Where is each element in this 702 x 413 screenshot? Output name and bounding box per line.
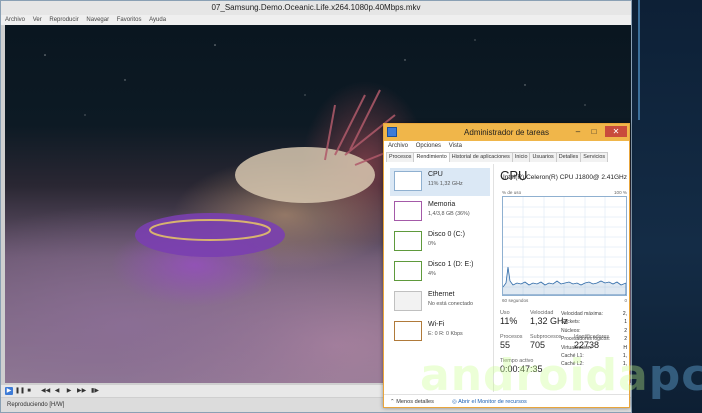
ethernet-thumb — [394, 291, 422, 311]
graph-label-max: 100 % — [613, 190, 627, 195]
next-icon[interactable]: ▶▶ — [77, 387, 86, 395]
tab-inicio[interactable]: Inicio — [511, 152, 531, 162]
player-menu-reproducir[interactable]: Reproducir — [49, 15, 78, 25]
sidebar-item-sub: 4% — [428, 271, 436, 277]
tab-rendimiento[interactable]: Rendimiento — [413, 152, 450, 162]
stat-subprocesos-value: 705 — [530, 340, 546, 350]
sidebar-item-disco1[interactable]: Disco 1 (D: E:) 4% — [390, 258, 490, 286]
player-menu-navegar[interactable]: Navegar — [86, 15, 109, 25]
spec-key: Núcleos: — [561, 327, 581, 334]
spec-value: 2 — [624, 336, 627, 343]
graph-label-time: 60 segundos — [502, 298, 529, 303]
player-titlebar[interactable]: 07_Samsung.Demo.Oceanic.Life.x264.1080p.… — [1, 1, 631, 15]
cpu-model: Intel(R) Celeron(R) CPU J1800@ 2.41GHz — [502, 174, 627, 181]
tab-detalles[interactable]: Detalles — [555, 152, 582, 162]
stat-procesos: Procesos 55 — [500, 334, 522, 350]
sidebar-item-label: Memoria — [428, 201, 456, 208]
player-menubar: Archivo Ver Reproducir Navegar Favoritos… — [1, 15, 631, 25]
tm-menu-vista[interactable]: Vista — [449, 143, 462, 149]
player-menu-ayuda[interactable]: Ayuda — [149, 15, 166, 25]
close-button[interactable]: ✕ — [605, 126, 627, 137]
minimize-button[interactable]: – — [571, 126, 585, 137]
spec-row: Núcleos: 2 — [561, 327, 627, 335]
tab-procesos[interactable]: Procesos — [386, 152, 415, 162]
spec-row: Procesadores lógicos: 2 — [561, 335, 627, 343]
sidebar-item-label: Wi-Fi — [428, 321, 445, 328]
tm-menu-opciones[interactable]: Opciones — [416, 143, 441, 149]
sidebar-item-label: Disco 0 (C:) — [428, 231, 465, 238]
maximize-button[interactable]: □ — [587, 126, 601, 137]
cpu-thumb — [394, 171, 422, 191]
tm-titlebar[interactable]: Administrador de tareas – □ ✕ — [384, 124, 629, 141]
player-menu-archivo[interactable]: Archivo — [5, 15, 25, 25]
cpu-usage-graph — [502, 196, 627, 296]
sidebar-item-sub: E: 0 R: 0 Kbps — [428, 331, 463, 337]
player-title: 07_Samsung.Demo.Oceanic.Life.x264.1080p.… — [211, 3, 421, 12]
stat-subprocesos: Subprocesos 705 — [530, 334, 561, 350]
sidebar-item-label: Disco 1 (D: E:) — [428, 261, 474, 268]
tab-historial[interactable]: Historial de aplicaciones — [448, 152, 513, 162]
sidebar-item-cpu[interactable]: CPU 11% 1,32 GHz — [390, 168, 490, 196]
spec-value: 1 — [624, 319, 627, 326]
sidebar-item-disco0[interactable]: Disco 0 (C:) 0% — [390, 228, 490, 256]
spec-row: Velocidad máxima: 2, — [561, 310, 627, 318]
sidebar-item-label: CPU — [428, 171, 443, 178]
watermark-b: pc — [648, 350, 702, 401]
sidebar-item-sub: No está conectado — [428, 301, 473, 307]
sidebar-item-sub: 1,4/3,8 GB (36%) — [428, 211, 470, 217]
sidebar-item-sub: 11% 1,32 GHz — [428, 181, 463, 187]
tab-usuarios[interactable]: Usuarios — [529, 152, 557, 162]
tm-menubar: Archivo Opciones Vista — [384, 141, 629, 151]
spec-value: 2 — [624, 327, 627, 334]
frame-step-icon[interactable]: ▮▶ — [91, 387, 99, 395]
tm-tabs: Procesos Rendimiento Historial de aplicaci… — [386, 152, 629, 162]
pause-icon[interactable]: ❚❚ — [15, 387, 25, 395]
nudibranch-white — [235, 147, 375, 203]
disk1-thumb — [394, 261, 422, 281]
tm-menu-archivo[interactable]: Archivo — [388, 143, 408, 149]
stat-procesos-value: 55 — [500, 340, 511, 350]
spec-key: Procesadores lógicos: — [561, 336, 611, 343]
graph-label-zero: 0 — [624, 298, 627, 303]
stat-uso: Uso 11% — [500, 310, 517, 326]
sidebar-item-memoria[interactable]: Memoria 1,4/3,8 GB (36%) — [390, 198, 490, 226]
spec-key: Sockets: — [561, 319, 581, 326]
spec-key: Velocidad máxima: — [561, 311, 603, 317]
graph-label-usage: % de uso — [502, 190, 522, 195]
disk0-thumb — [394, 231, 422, 251]
sidebar-item-sub: 0% — [428, 241, 436, 247]
sidebar-item-ethernet[interactable]: Ethernet No está conectado — [390, 288, 490, 316]
spec-row: Sockets: 1 — [561, 318, 627, 326]
player-menu-ver[interactable]: Ver — [33, 15, 42, 25]
play-icon[interactable]: ▶ — [5, 387, 13, 395]
cpu-graph-svg — [502, 197, 627, 296]
sidebar-item-label: Ethernet — [428, 291, 455, 298]
watermark-a: androida — [420, 350, 649, 401]
window-edge — [638, 0, 640, 120]
stat-uso-value: 11% — [500, 316, 518, 326]
previous-icon[interactable]: ◀◀ — [41, 387, 50, 395]
forward-icon[interactable]: ▶ — [65, 387, 73, 395]
rewind-icon[interactable]: ◀ — [53, 387, 61, 395]
tab-servicios[interactable]: Servicios — [580, 152, 609, 162]
stop-icon[interactable]: ■ — [25, 387, 33, 395]
memory-thumb — [394, 201, 422, 221]
player-menu-favoritos[interactable]: Favoritos — [117, 15, 142, 25]
sidebar-item-wifi[interactable]: Wi-Fi E: 0 R: 0 Kbps — [390, 318, 490, 346]
spec-value: 2, — [622, 311, 627, 317]
wifi-thumb — [394, 321, 422, 341]
watermark-logo: androidapc — [420, 350, 702, 401]
